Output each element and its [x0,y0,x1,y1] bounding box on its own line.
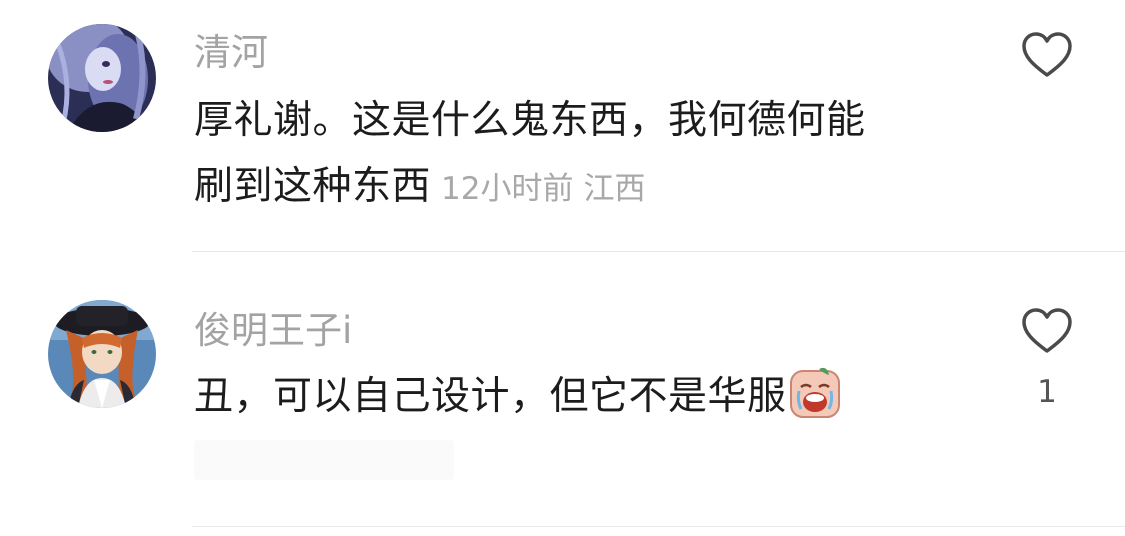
username[interactable]: 清河 [194,30,268,76]
comment-text-line: 厚礼谢。这是什么鬼东西，我何德何能 [194,98,866,143]
comment-text-line: 刷到这种东西 12小时前 江西 [194,154,984,222]
ip-location: 江西 [583,171,646,207]
comment-text-line: 丑，可以自己设计，但它不是华服 [194,374,787,419]
avatar[interactable] [48,300,156,408]
comment-text-tail: 刷到这种东西 [194,164,432,209]
crying-face-sticker-icon [789,367,841,419]
comment-text: 厚礼谢。这是什么鬼东西，我何德何能 刷到这种东西 12小时前 江西 [194,88,984,222]
blurred-reply-area [194,440,454,480]
heart-outline-icon [1022,32,1072,77]
comment-item: 清河 厚礼谢。这是什么鬼东西，我何德何能 刷到这种东西 12小时前 江西 [0,0,1125,252]
username[interactable]: 俊明王子i [194,308,352,354]
like-count: 1 [1037,374,1057,410]
like-button[interactable] [1020,30,1074,80]
comment-item: 俊明王子i 丑，可以自己设计，但它不是华服 1 [0,252,1125,528]
divider [192,526,1125,527]
comment-text: 丑，可以自己设计，但它不是华服 [194,364,984,430]
avatar[interactable] [48,24,156,132]
avatar-image [48,24,156,132]
timestamp: 12小时前 [441,171,574,207]
heart-outline-icon [1022,308,1072,353]
avatar-image [48,300,156,408]
like-button[interactable] [1020,306,1074,356]
